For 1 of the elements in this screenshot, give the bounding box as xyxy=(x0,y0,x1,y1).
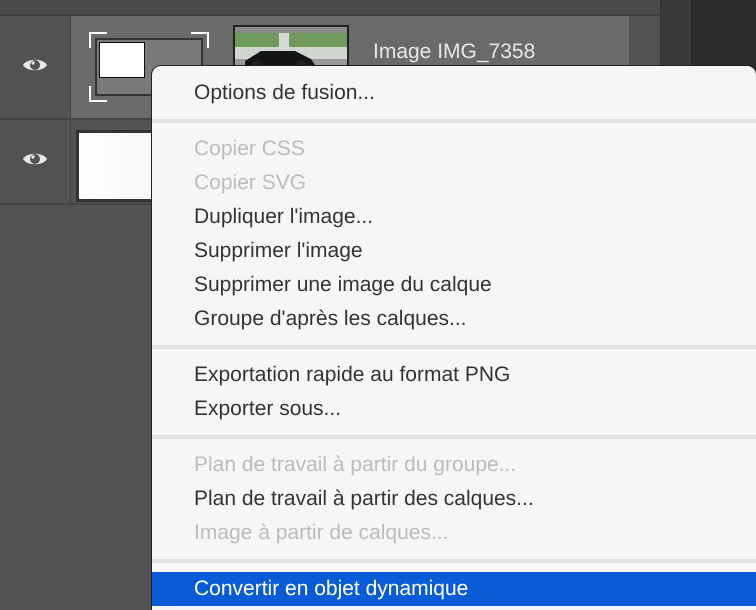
layer-name: Image IMG_7358 xyxy=(373,40,536,64)
